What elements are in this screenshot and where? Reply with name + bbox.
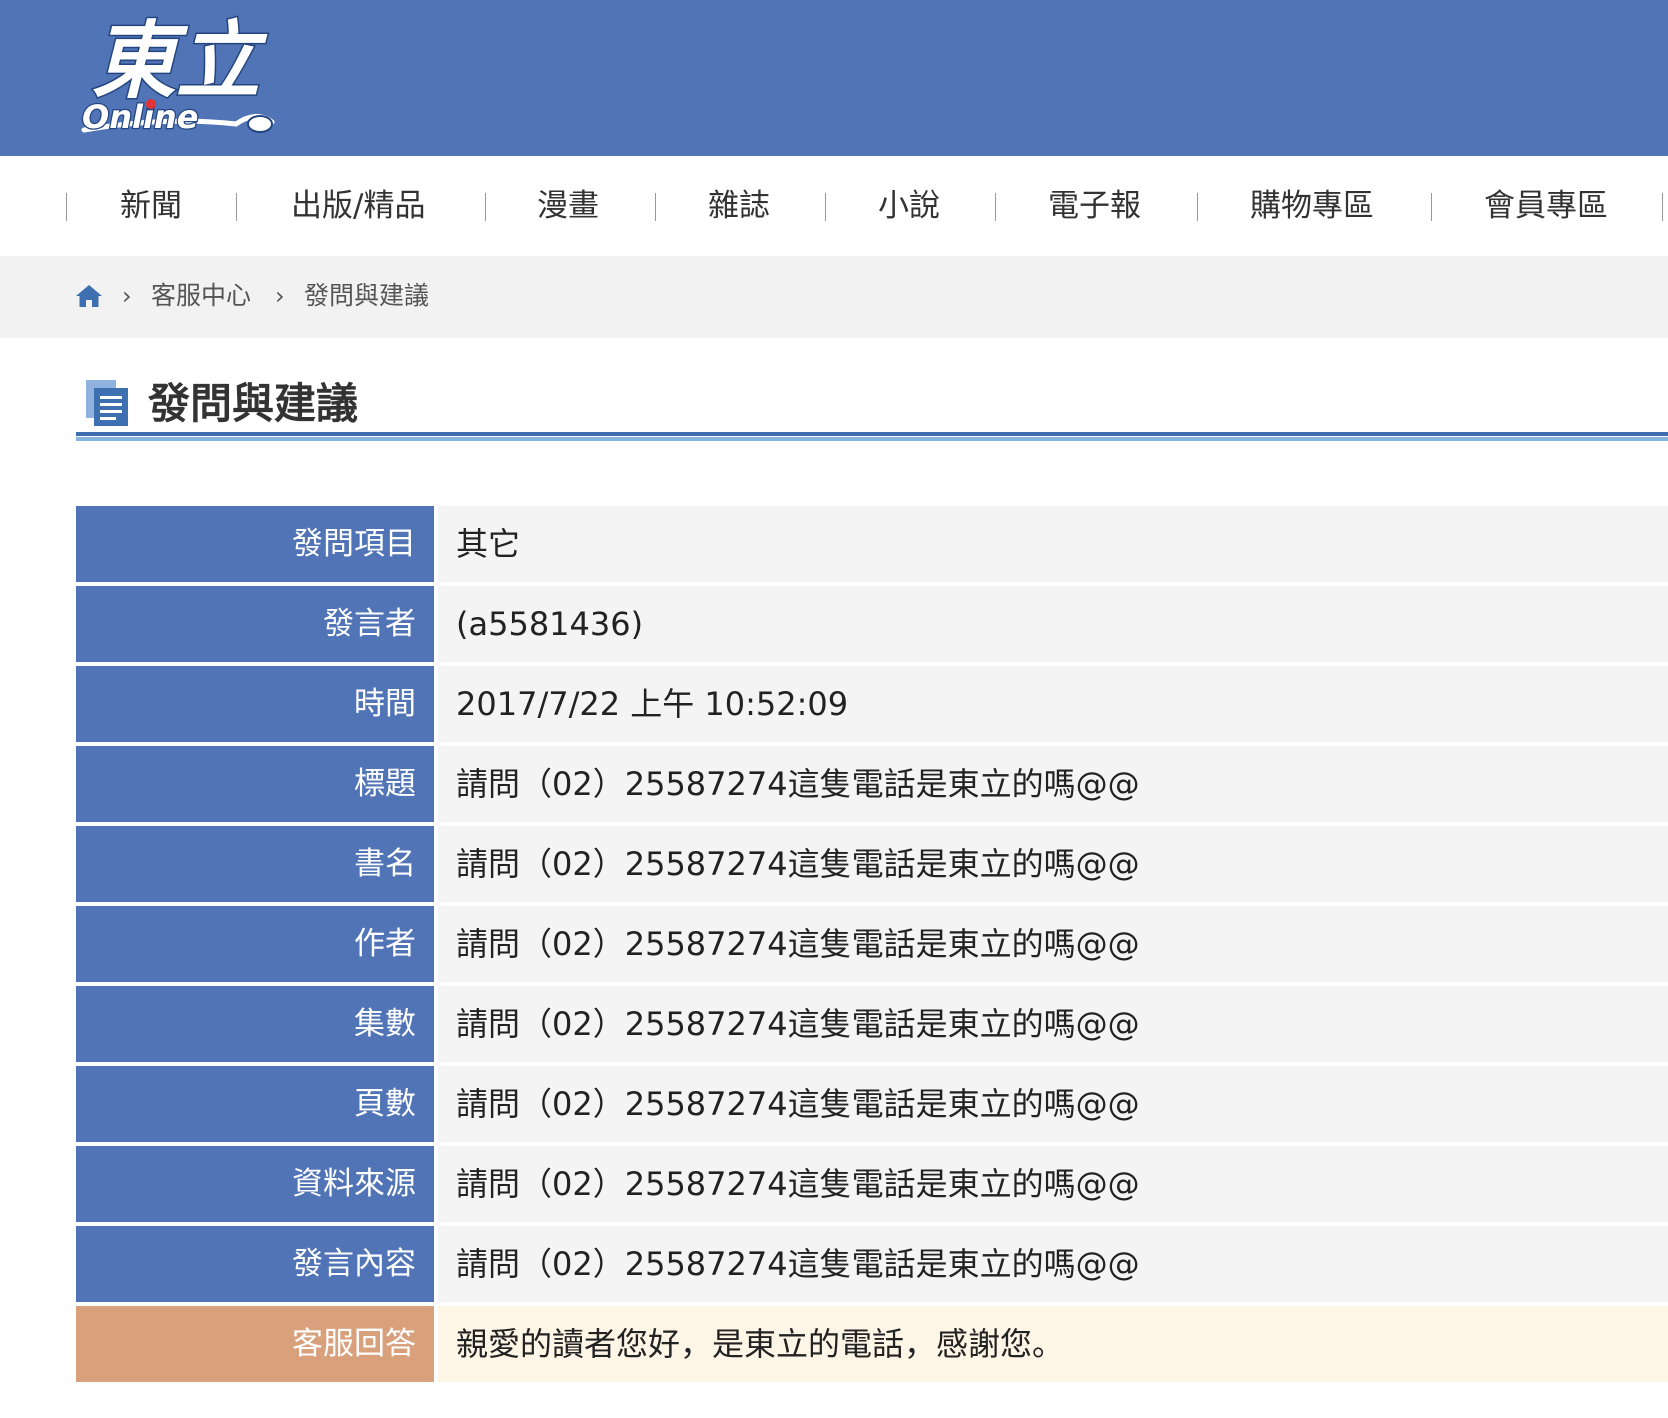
nav-divider [1197, 193, 1198, 221]
nav-item-news[interactable]: 新聞 [120, 156, 182, 256]
detail-label: 發言內容 [76, 1226, 434, 1302]
detail-value: 請問（02）25587274這隻電話是東立的嗎@@ [438, 906, 1668, 982]
nav-divider [485, 193, 486, 221]
nav-divider [995, 193, 996, 221]
detail-row-subject: 標題 請問（02）25587274這隻電話是東立的嗎@@ [76, 746, 1668, 822]
chevron-right-icon: › [275, 282, 285, 310]
detail-row-author: 作者 請問（02）25587274這隻電話是東立的嗎@@ [76, 906, 1668, 982]
detail-label: 發言者 [76, 586, 434, 662]
nav-divider [66, 193, 67, 221]
breadcrumb-item-current: 發問與建議 [304, 281, 430, 310]
detail-label: 書名 [76, 826, 434, 902]
breadcrumb-item-customer-service[interactable]: 客服中心 [151, 278, 251, 314]
detail-label: 發問項目 [76, 506, 434, 582]
detail-row-answer: 客服回答 親愛的讀者您好，是東立的電話，感謝您。 [76, 1306, 1668, 1382]
svg-text:東立: 東立 [92, 12, 268, 110]
detail-row-source: 資料來源 請問（02）25587274這隻電話是東立的嗎@@ [76, 1146, 1668, 1222]
detail-value: 請問（02）25587274這隻電話是東立的嗎@@ [438, 746, 1668, 822]
detail-value: 請問（02）25587274這隻電話是東立的嗎@@ [438, 1146, 1668, 1222]
detail-label: 集數 [76, 986, 434, 1062]
site-header: 東立 Online [0, 0, 1668, 156]
nav-item-publications[interactable]: 出版/精品 [291, 156, 425, 256]
nav-divider [825, 193, 826, 221]
home-icon[interactable] [75, 283, 103, 309]
main-nav: 新聞 出版/精品 漫畫 雜誌 小說 電子報 購物專區 會員專區 [0, 156, 1668, 256]
detail-row-volume: 集數 請問（02）25587274這隻電話是東立的嗎@@ [76, 986, 1668, 1062]
detail-row-content: 發言內容 請問（02）25587274這隻電話是東立的嗎@@ [76, 1226, 1668, 1302]
svg-text:Online: Online [82, 98, 198, 136]
nav-divider [236, 193, 237, 221]
site-logo[interactable]: 東立 Online [76, 12, 286, 148]
detail-value: 2017/7/22 上午 10:52:09 [438, 666, 1668, 742]
nav-divider [1662, 193, 1663, 221]
nav-item-comics[interactable]: 漫畫 [537, 156, 599, 256]
detail-value: (a5581436) [438, 586, 1668, 662]
title-divider [76, 432, 1668, 436]
breadcrumb: › 客服中心 › 發問與建議 [0, 256, 1668, 338]
detail-label: 標題 [76, 746, 434, 822]
nav-item-members[interactable]: 會員專區 [1484, 156, 1608, 256]
document-icon [86, 380, 128, 426]
nav-item-shopping[interactable]: 購物專區 [1250, 156, 1374, 256]
chevron-right-icon: › [122, 282, 132, 310]
detail-value: 請問（02）25587274這隻電話是東立的嗎@@ [438, 986, 1668, 1062]
title-divider-accent [76, 437, 1668, 441]
nav-divider [655, 193, 656, 221]
answer-value: 親愛的讀者您好，是東立的電話，感謝您。 [438, 1306, 1668, 1382]
detail-row-time: 時間 2017/7/22 上午 10:52:09 [76, 666, 1668, 742]
nav-divider [1431, 193, 1432, 221]
detail-row-category: 發問項目 其它 [76, 506, 1668, 582]
detail-row-book-title: 書名 請問（02）25587274這隻電話是東立的嗎@@ [76, 826, 1668, 902]
detail-label: 頁數 [76, 1066, 434, 1142]
detail-value: 請問（02）25587274這隻電話是東立的嗎@@ [438, 1066, 1668, 1142]
detail-value: 請問（02）25587274這隻電話是東立的嗎@@ [438, 1226, 1668, 1302]
detail-label: 作者 [76, 906, 434, 982]
nav-item-novels[interactable]: 小說 [878, 156, 940, 256]
answer-label: 客服回答 [76, 1306, 434, 1382]
nav-item-newsletter[interactable]: 電子報 [1048, 156, 1141, 256]
detail-value: 其它 [438, 506, 1668, 582]
page-title: 發問與建議 [148, 379, 359, 428]
detail-label: 資料來源 [76, 1146, 434, 1222]
detail-row-poster: 發言者 (a5581436) [76, 586, 1668, 662]
detail-label: 時間 [76, 666, 434, 742]
detail-value: 請問（02）25587274這隻電話是東立的嗎@@ [438, 826, 1668, 902]
nav-item-magazines[interactable]: 雜誌 [708, 156, 770, 256]
detail-row-page: 頁數 請問（02）25587274這隻電話是東立的嗎@@ [76, 1066, 1668, 1142]
